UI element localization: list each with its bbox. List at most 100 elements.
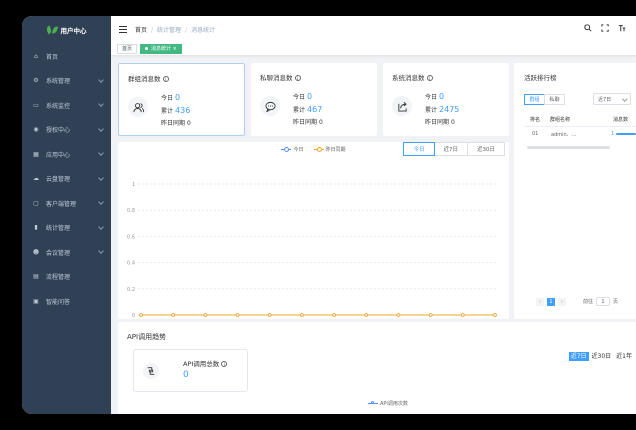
cloud-icon: ☁ <box>33 175 39 183</box>
breadcrumb: 首页 / 统计管理 / 消息统计 <box>135 26 216 34</box>
data-point[interactable] <box>235 313 240 317</box>
rank-tab-private[interactable]: 私聊 <box>544 94 565 105</box>
col-rank: 排名 <box>530 117 541 123</box>
font-size-icon[interactable] <box>618 24 626 32</box>
app-logo[interactable]: 用户中心 <box>22 16 111 44</box>
sidebar-item-label: 统计管理 <box>46 225 71 233</box>
row-count-bar <box>616 133 636 135</box>
api-icon <box>143 363 159 379</box>
api-range-7d[interactable]: 近7日 <box>568 352 589 361</box>
rank-title: 活跃排行榜 <box>524 74 557 82</box>
app-title: 用户中心 <box>60 27 87 35</box>
data-point[interactable] <box>396 313 401 317</box>
goto-label: 前往 <box>583 299 594 305</box>
sidebar-item-0[interactable]: ⌂ 首页 <box>22 44 111 69</box>
data-point[interactable] <box>267 313 272 317</box>
sidebar-item-4[interactable]: ▦ 应用中心 <box>22 142 111 167</box>
api-box-title: API调用总数 i <box>183 358 228 368</box>
line-chart: 00.20.40.60.8101:0003:0005:0007:0009:001… <box>127 182 498 319</box>
stat-total-label: 累计 <box>293 107 306 114</box>
sidebar-item-5[interactable]: ☁ 云盘管理 <box>22 167 111 192</box>
stat-today-value: 0 <box>439 92 445 101</box>
tag-home[interactable]: 首页 <box>117 43 138 54</box>
horizontal-scrollbar[interactable] <box>527 146 610 149</box>
grid-icon: ▦ <box>33 150 39 158</box>
api-title: API调用趋势 <box>127 333 167 341</box>
rank-period-select[interactable]: 近7日 <box>593 93 631 105</box>
chevron-down-icon <box>98 150 104 156</box>
stat-yday-value: 0 <box>318 119 323 126</box>
breadcrumb-stats[interactable]: 统计管理 <box>157 27 181 34</box>
stat-today-label: 今日 <box>425 94 438 101</box>
y-tick-label: 0.2 <box>127 287 135 293</box>
info-icon[interactable]: i <box>221 361 228 367</box>
tag-message-stats-label: 消息统计 <box>151 46 172 52</box>
data-point[interactable] <box>461 313 465 317</box>
sidebar-item-8[interactable]: ☻ 会议管理 <box>22 240 111 265</box>
data-point[interactable] <box>139 313 143 317</box>
info-icon[interactable]: i <box>426 75 433 81</box>
table-row[interactable]: 01 admin、... 1 <box>514 131 636 141</box>
sidebar-item-7[interactable]: ▮ 统计管理 <box>22 216 111 241</box>
row-name: admin、... <box>551 132 577 138</box>
sidebar-item-10[interactable]: ▣ 智能问答 <box>22 289 111 314</box>
col-count: 消息数 <box>613 117 629 123</box>
y-tick-label: 0.6 <box>127 234 135 240</box>
app-window: 用户中心 ⌂ 首页 ⚙ 系统管理 ▭ 系统监控 ◉ 授权中心 ▦ 应用中心 ☁ 云盘管理 ▢ 客户端管理 ▮… <box>22 16 636 414</box>
goto-page-input[interactable]: 1 <box>596 297 611 306</box>
row-rank: 01 <box>532 131 539 137</box>
page-1-button[interactable]: 1 <box>547 297 555 306</box>
sidebar-item-3[interactable]: ◉ 授权中心 <box>22 118 111 143</box>
api-range-toggle: 近7日 近30日 近1年 <box>568 352 634 361</box>
chevron-down-icon <box>98 76 104 83</box>
sidebar-item-1[interactable]: ⚙ 系统管理 <box>22 69 111 94</box>
stat-total-label: 累计 <box>425 107 438 114</box>
bar-chart-icon: ▮ <box>34 224 38 232</box>
stat-yday-label: 昨日同期 <box>425 119 450 126</box>
data-point[interactable] <box>332 313 336 317</box>
stat-card-group: 群组消息数 i 今日 0 累计 436 昨日同期 0 <box>118 63 245 136</box>
prev-page-button[interactable]: ‹ <box>536 297 544 306</box>
stat-title: 私聊消息数 i <box>260 72 301 82</box>
data-point[interactable] <box>203 313 208 317</box>
breadcrumb-current: 消息统计 <box>191 26 216 34</box>
api-trend-card: API调用趋势 API调用总数 i 0 近7日 近30日 近1年 API调用次数 <box>118 322 636 414</box>
api-range-1y[interactable]: 近1年 <box>614 352 634 361</box>
data-point[interactable] <box>493 313 497 317</box>
data-point[interactable] <box>171 313 175 317</box>
goto-unit: 页 <box>613 299 619 305</box>
data-point[interactable] <box>364 313 369 317</box>
api-range-30d[interactable]: 近30日 <box>590 352 614 361</box>
rank-tab-group[interactable]: 群组 <box>524 94 545 105</box>
stat-card-system: 系统消息数 i 今日 0 累计 2475 昨日同期 0 <box>383 63 509 136</box>
data-point[interactable] <box>300 313 304 317</box>
tags-view: 首页 消息统计 × <box>111 42 636 56</box>
tag-close-icon[interactable]: × <box>173 46 177 52</box>
next-page-button[interactable]: › <box>558 297 566 306</box>
stat-yday-value: 0 <box>186 120 191 127</box>
sidebar-item-label: 客户端管理 <box>46 200 77 208</box>
info-icon[interactable]: i <box>162 76 169 82</box>
tag-message-stats[interactable]: 消息统计 × <box>140 43 182 54</box>
chat-bubble-icon <box>260 96 280 116</box>
search-icon[interactable] <box>584 24 592 32</box>
chevron-down-icon <box>98 125 104 132</box>
y-tick-label: 0.4 <box>127 261 135 267</box>
home-icon: ⌂ <box>34 52 38 60</box>
stat-yday-value: 0 <box>450 119 455 126</box>
fullscreen-icon[interactable] <box>601 24 609 32</box>
sidebar-item-label: 应用中心 <box>46 151 71 159</box>
stat-today-label: 今日 <box>161 95 174 102</box>
data-point[interactable] <box>428 313 433 317</box>
y-tick-label: 0.8 <box>127 208 135 214</box>
sidebar-item-2[interactable]: ▭ 系统监控 <box>22 93 111 118</box>
sidebar-item-9[interactable]: ▤ 流程管理 <box>22 265 111 290</box>
col-name: 群组名称 <box>550 117 571 123</box>
breadcrumb-home[interactable]: 首页 <box>135 27 147 34</box>
menu-toggle-icon[interactable] <box>119 25 127 33</box>
info-icon[interactable]: i <box>294 75 301 81</box>
sidebar-item-label: 会议管理 <box>46 249 71 257</box>
api-legend[interactable]: API调用次数 <box>368 400 408 407</box>
range-today-button[interactable]: 今日 <box>403 142 435 156</box>
sidebar-item-6[interactable]: ▢ 客户端管理 <box>22 191 111 216</box>
